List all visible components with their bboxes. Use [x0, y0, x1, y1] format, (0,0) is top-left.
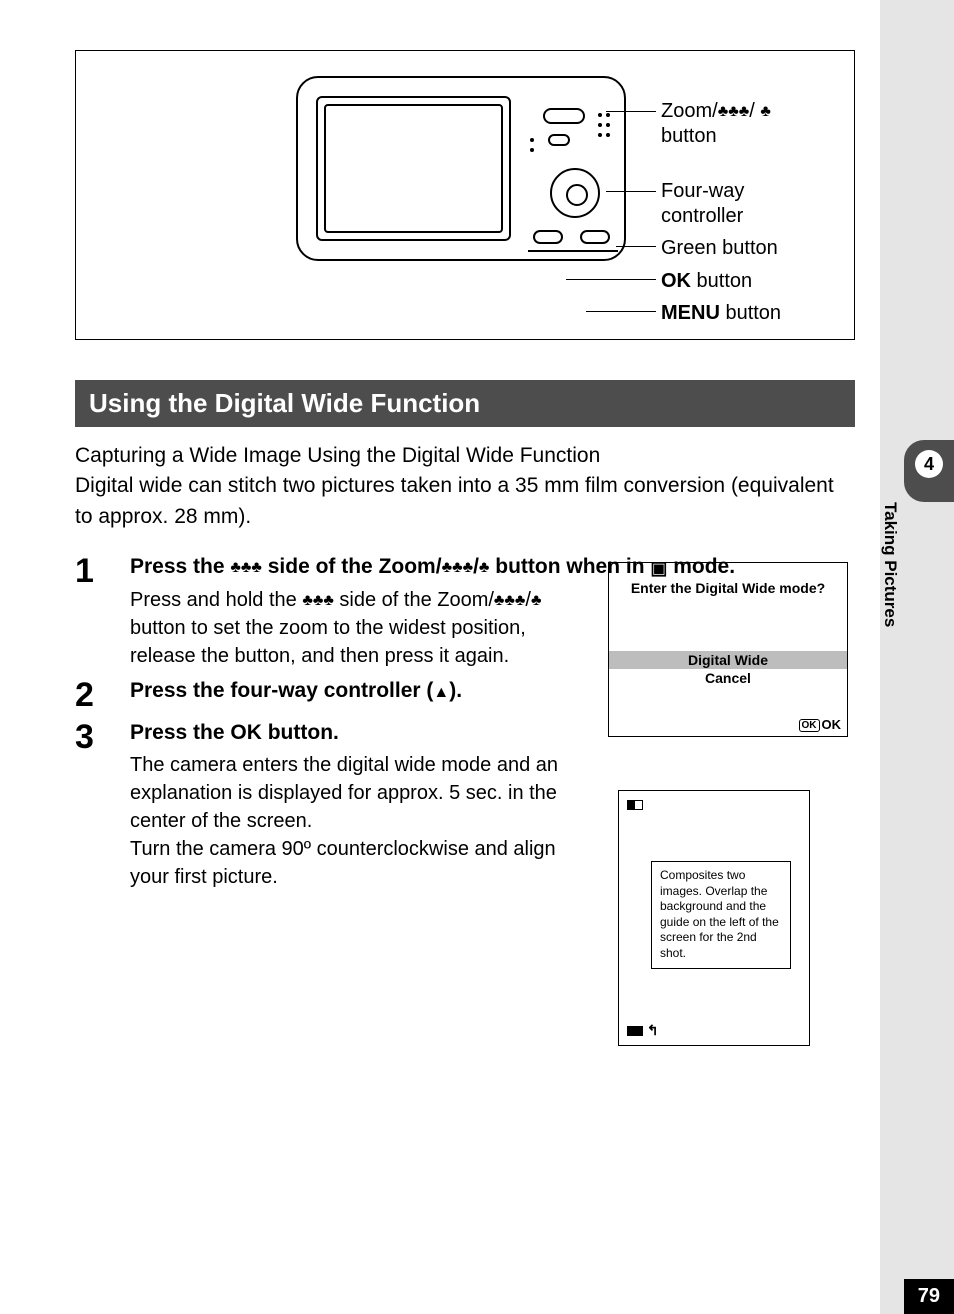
return-icon: ↰ [647, 1022, 659, 1038]
wide-icon: ♣♣♣ [442, 557, 474, 579]
wide-icon: ♣♣♣ [302, 590, 334, 612]
zoom-button-icon [543, 108, 585, 124]
ok-indicator: OKOK [799, 717, 842, 732]
battery-half-icon [627, 797, 643, 812]
chapter-tab: 4 Taking Pictures [880, 440, 954, 690]
wide-icon: ♣♣♣ [718, 102, 750, 122]
page-number: 79 [904, 1279, 954, 1314]
wide-icon: ♣♣♣ [230, 557, 262, 579]
prompt-text: Enter the Digital Wide mode? [609, 579, 847, 597]
up-arrow-icon: ▲ [433, 682, 449, 704]
lcd-guide-screen: Composites two images. Overlap the backg… [618, 790, 810, 1046]
ok-button-label: OK button [661, 269, 752, 294]
camera-lcd [316, 96, 511, 241]
step-description: The camera enters the digital wide mode … [130, 751, 590, 891]
green-button-label: Green button [661, 236, 778, 261]
camera-outline [296, 76, 626, 261]
lcd-prompt-screen: Enter the Digital Wide mode? Digital Wid… [608, 562, 848, 737]
section-title: Using the Digital Wide Function [75, 380, 855, 427]
small-button-icon [548, 134, 570, 146]
four-way-controller-icon [550, 168, 600, 218]
step-number: 3 [75, 718, 130, 891]
option-cancel: Cancel [609, 669, 847, 687]
chapter-title: Taking Pictures [880, 502, 900, 627]
bottom-icons: ↰ [627, 1022, 659, 1039]
step-description: Press and hold the ♣♣♣ side of the Zoom/… [130, 586, 590, 670]
intro-text: Capturing a Wide Image Using the Digital… [75, 441, 855, 532]
option-selected: Digital Wide [609, 651, 847, 669]
step-number: 2 [75, 676, 130, 712]
menu-button-label: MENU button [661, 301, 781, 326]
camera-diagram: Zoom/♣♣♣/ ♣ button Four-way controller G… [75, 50, 855, 340]
battery-full-icon [627, 1026, 643, 1036]
manual-page: Zoom/♣♣♣/ ♣ button Four-way controller G… [0, 0, 880, 1314]
tele-icon: ♣ [531, 590, 542, 612]
tele-icon: ♣ [479, 557, 490, 579]
guide-message: Composites two images. Overlap the backg… [651, 861, 791, 969]
chapter-number: 4 [915, 450, 943, 478]
zoom-label: Zoom/♣♣♣/ ♣ button [661, 99, 771, 149]
wide-icon: ♣♣♣ [494, 590, 526, 612]
tele-icon: ♣ [760, 102, 771, 122]
ok-button-icon [533, 230, 563, 244]
menu-button-icon [580, 230, 610, 244]
fourway-label: Four-way controller [661, 179, 811, 229]
step-number: 1 [75, 552, 130, 669]
